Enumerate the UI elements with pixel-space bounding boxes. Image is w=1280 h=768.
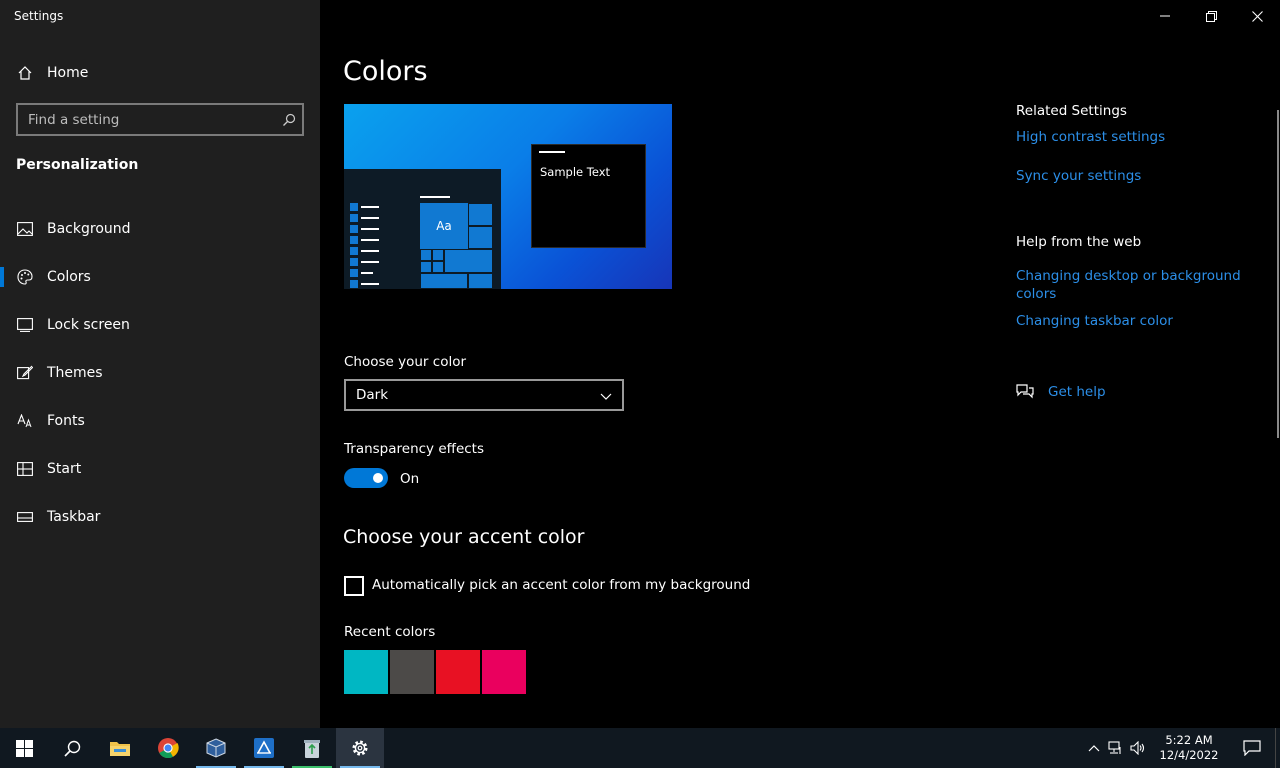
restore-button[interactable]	[1188, 0, 1234, 32]
chat-help-icon	[1016, 383, 1034, 401]
theme-preview: Aa Sample Text	[344, 104, 672, 289]
preview-sample-text: Sample Text	[540, 165, 611, 179]
recent-colors-label: Recent colors	[344, 624, 436, 640]
chevron-up-icon[interactable]	[1083, 728, 1105, 768]
nav-list: Background Colors Lock screen Themes Fon…	[0, 205, 320, 541]
lock-screen-icon	[16, 316, 34, 334]
sidebar-item-colors[interactable]: Colors	[0, 253, 320, 301]
taskbar-search-button[interactable]	[48, 728, 96, 768]
app-title: Settings	[14, 9, 64, 23]
color-swatch[interactable]	[436, 650, 480, 694]
file-explorer-button[interactable]	[96, 728, 144, 768]
home-label: Home	[47, 65, 89, 81]
app-button[interactable]	[240, 728, 288, 768]
selection-indicator	[0, 267, 4, 287]
picture-icon	[16, 220, 34, 238]
search-icon[interactable]	[276, 107, 302, 133]
show-desktop-button[interactable]	[1275, 728, 1280, 768]
toggle-knob	[373, 473, 383, 483]
get-help-link[interactable]: Get help	[1016, 383, 1106, 401]
transparency-label: Transparency effects	[344, 441, 484, 457]
choose-color-dropdown[interactable]: Dark	[344, 379, 624, 411]
sidebar-item-taskbar[interactable]: Taskbar	[0, 493, 320, 541]
transparency-toggle[interactable]	[344, 468, 388, 488]
link-changing-desktop[interactable]: Changing desktop or background colors	[1016, 267, 1241, 303]
volume-icon[interactable]	[1127, 728, 1149, 768]
recycle-app-button[interactable]	[288, 728, 336, 768]
auto-accent-label: Automatically pick an accent color from …	[372, 577, 751, 593]
accent-section-title: Choose your accent color	[343, 526, 585, 548]
scrollbar[interactable]	[1277, 110, 1279, 438]
start-icon	[16, 460, 34, 478]
link-sync-settings[interactable]: Sync your settings	[1016, 167, 1266, 185]
network-icon[interactable]	[1105, 728, 1127, 768]
clock-time: 5:22 AM	[1165, 733, 1213, 747]
search-input[interactable]	[18, 111, 276, 128]
sidebar-item-label: Taskbar	[47, 509, 101, 525]
link-high-contrast[interactable]: High contrast settings	[1016, 128, 1266, 146]
related-settings: Related Settings High contrast settings …	[1016, 103, 1266, 330]
window-controls	[1142, 0, 1280, 32]
home-nav-item[interactable]: Home	[0, 58, 320, 88]
clock[interactable]: 5:22 AM 12/4/2022	[1149, 733, 1229, 763]
dropdown-value: Dark	[356, 387, 389, 403]
color-swatch[interactable]	[390, 650, 434, 694]
sidebar-item-fonts[interactable]: Fonts	[0, 397, 320, 445]
chrome-button[interactable]	[144, 728, 192, 768]
section-title: Personalization	[16, 157, 139, 173]
font-icon	[16, 412, 34, 430]
sidebar-item-themes[interactable]: Themes	[0, 349, 320, 397]
auto-accent-checkbox[interactable]	[344, 576, 364, 596]
sidebar-item-label: Start	[47, 461, 82, 477]
search-box[interactable]	[16, 103, 304, 136]
page-title: Colors	[343, 56, 428, 87]
recent-colors	[344, 650, 526, 694]
help-heading: Help from the web	[1016, 234, 1142, 250]
settings-taskbar-button[interactable]	[336, 728, 384, 768]
sidebar-item-label: Themes	[47, 365, 103, 381]
sidebar-item-lock-screen[interactable]: Lock screen	[0, 301, 320, 349]
sidebar-item-label: Fonts	[47, 413, 85, 429]
choose-color-label: Choose your color	[344, 354, 467, 370]
sidebar-item-label: Colors	[47, 269, 91, 285]
palette-icon	[16, 268, 34, 286]
notification-icon[interactable]	[1229, 728, 1275, 768]
related-settings-heading: Related Settings	[1016, 103, 1127, 119]
minimize-button[interactable]	[1142, 0, 1188, 32]
clock-date: 12/4/2022	[1159, 748, 1219, 762]
preview-tile-label: Aa	[420, 203, 468, 249]
preview-window: Sample Text	[531, 144, 646, 248]
home-icon	[16, 64, 34, 82]
toggle-state-label: On	[400, 471, 420, 487]
get-help-label: Get help	[1048, 384, 1106, 400]
color-swatch[interactable]	[482, 650, 526, 694]
system-tray: 5:22 AM 12/4/2022	[1083, 728, 1280, 768]
brush-icon	[16, 364, 34, 382]
color-swatch[interactable]	[344, 650, 388, 694]
sidebar: Settings Home Personalization Background	[0, 0, 320, 728]
start-button[interactable]	[0, 728, 48, 768]
sidebar-item-background[interactable]: Background	[0, 205, 320, 253]
main-content: Colors Aa Sample Text Choose your color …	[320, 0, 1280, 728]
chevron-down-icon	[600, 386, 612, 405]
sidebar-item-start[interactable]: Start	[0, 445, 320, 493]
taskbar-icon	[16, 508, 34, 526]
sidebar-item-label: Lock screen	[47, 317, 130, 333]
taskbar: 5:22 AM 12/4/2022	[0, 728, 1280, 768]
sidebar-item-label: Background	[47, 221, 131, 237]
virtualbox-button[interactable]	[192, 728, 240, 768]
link-changing-taskbar[interactable]: Changing taskbar color	[1016, 312, 1266, 330]
preview-start-menu: Aa	[344, 169, 501, 289]
close-button[interactable]	[1234, 0, 1280, 32]
